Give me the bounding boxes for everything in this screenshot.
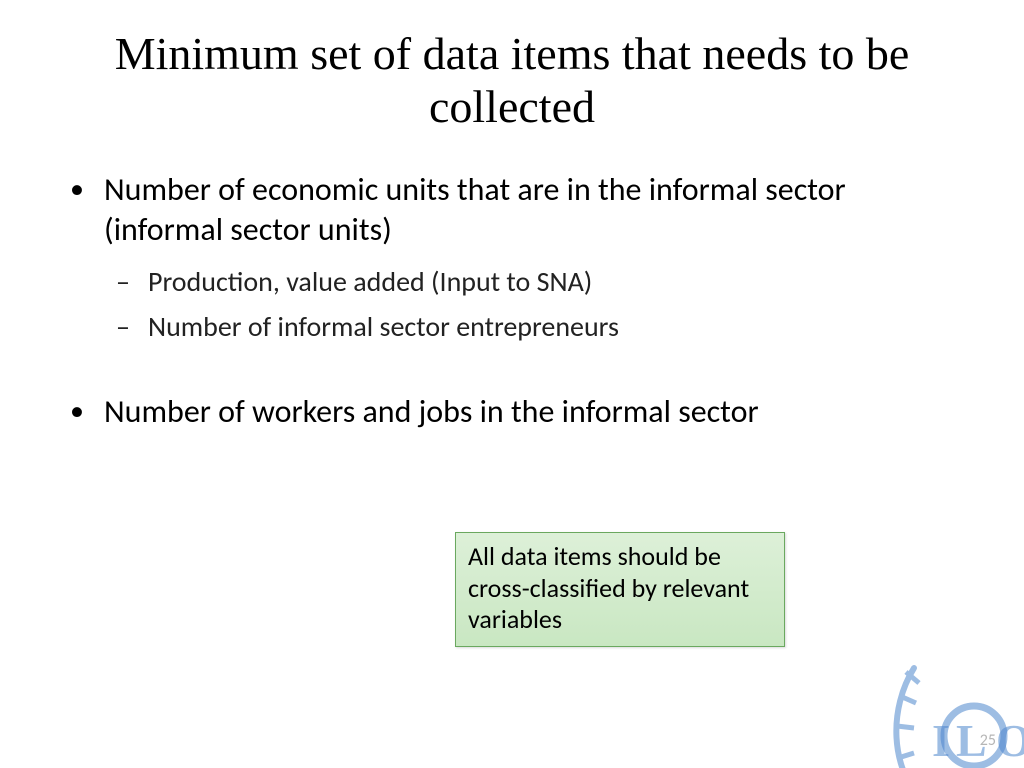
bullet-item: Number of economic units that are in the… bbox=[60, 170, 964, 344]
bullet-text: Number of workers and jobs in the inform… bbox=[104, 392, 759, 431]
ilo-logo-icon: I L O bbox=[884, 658, 1024, 768]
svg-text:I: I bbox=[932, 715, 950, 766]
sub-bullet-item: Number of informal sector entrepreneurs bbox=[104, 309, 964, 344]
bullet-item: Number of workers and jobs in the inform… bbox=[60, 392, 964, 432]
sub-bullet-item: Production, value added (Input to SNA) bbox=[104, 264, 964, 299]
sub-bullet-text: Number of informal sector entrepreneurs bbox=[148, 309, 619, 344]
svg-text:L: L bbox=[956, 715, 987, 766]
callout-text: All data items should be cross-classifie… bbox=[468, 540, 749, 635]
sub-bullet-list: Production, value added (Input to SNA) N… bbox=[104, 264, 964, 344]
slide-title: Minimum set of data items that needs to … bbox=[60, 28, 964, 134]
slide: Minimum set of data items that needs to … bbox=[0, 0, 1024, 768]
bullet-text: Number of economic units that are in the… bbox=[104, 170, 846, 249]
bullet-list: Number of economic units that are in the… bbox=[60, 170, 964, 432]
slide-body: Number of economic units that are in the… bbox=[60, 170, 964, 432]
callout-box: All data items should be cross-classifie… bbox=[455, 532, 785, 647]
svg-text:O: O bbox=[996, 715, 1024, 766]
sub-bullet-text: Production, value added (Input to SNA) bbox=[148, 264, 592, 299]
